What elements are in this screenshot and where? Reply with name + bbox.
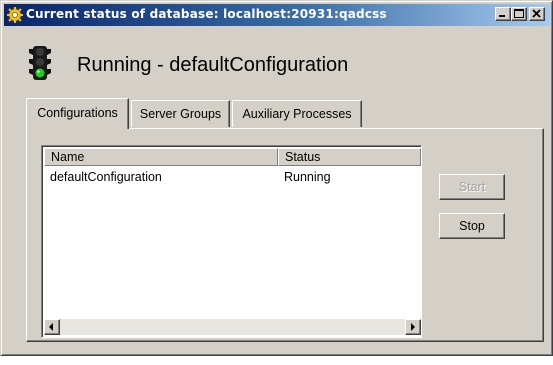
horizontal-scrollbar[interactable] bbox=[44, 319, 421, 335]
window-title: Current status of database: localhost:20… bbox=[26, 7, 387, 21]
arrow-left-icon bbox=[49, 323, 53, 331]
cell-name: defaultConfiguration bbox=[50, 170, 162, 184]
cell-status: Running bbox=[284, 170, 331, 184]
column-header-name[interactable]: Name bbox=[44, 148, 278, 166]
configurations-panel: Name Status defaultConfiguration Running bbox=[26, 128, 544, 342]
title-bar[interactable]: Current status of database: localhost:20… bbox=[4, 4, 550, 26]
tab-configurations[interactable]: Configurations bbox=[26, 98, 129, 129]
scroll-right-button[interactable] bbox=[405, 319, 421, 335]
minimize-button[interactable] bbox=[495, 7, 511, 21]
close-button[interactable] bbox=[529, 7, 545, 21]
minimize-icon bbox=[499, 15, 505, 17]
table-row[interactable]: defaultConfiguration Running bbox=[44, 170, 421, 186]
status-dialog: Current status of database: localhost:20… bbox=[0, 0, 553, 356]
table-header: Name Status bbox=[44, 148, 421, 166]
configurations-table[interactable]: Name Status defaultConfiguration Running bbox=[41, 145, 422, 338]
traffic-light-icon bbox=[29, 46, 51, 80]
tab-server-groups[interactable]: Server Groups bbox=[131, 100, 230, 127]
start-button[interactable]: Start bbox=[439, 174, 505, 200]
column-header-status[interactable]: Status bbox=[278, 148, 421, 166]
arrow-right-icon bbox=[411, 323, 415, 331]
maximize-icon bbox=[514, 9, 524, 18]
close-icon bbox=[532, 9, 541, 18]
tab-auxiliary-processes[interactable]: Auxiliary Processes bbox=[232, 100, 362, 127]
scroll-left-button[interactable] bbox=[44, 319, 60, 335]
gear-icon bbox=[7, 7, 23, 23]
status-heading: Running - defaultConfiguration bbox=[77, 54, 349, 76]
stop-button[interactable]: Stop bbox=[439, 213, 505, 239]
maximize-button[interactable] bbox=[511, 7, 527, 21]
